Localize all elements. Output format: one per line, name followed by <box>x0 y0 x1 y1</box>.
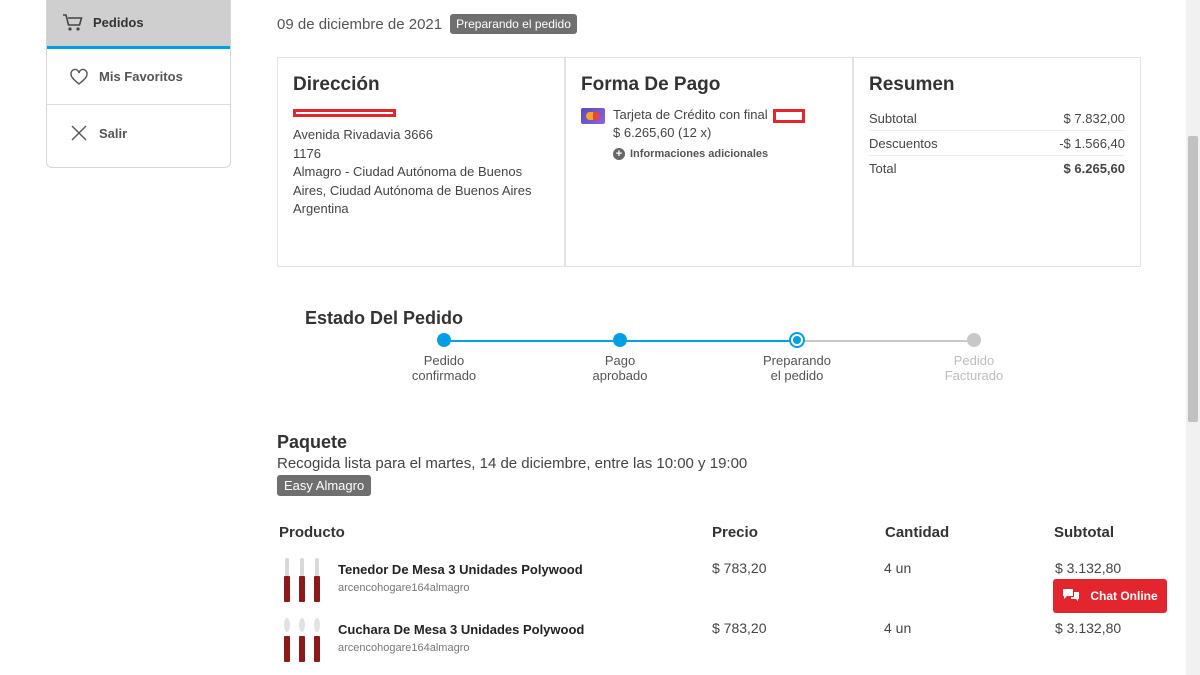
product-image-forks[interactable] <box>284 558 320 602</box>
close-icon <box>67 123 91 143</box>
store-badge: Easy Almagro <box>277 475 372 496</box>
step-label: Pedido confirmado <box>411 353 477 383</box>
credit-card-icon <box>581 108 605 124</box>
tracker-step-confirmed: Pedido confirmado <box>384 333 504 383</box>
product-qty: 4 un <box>884 560 912 576</box>
column-header-qty: Cantidad <box>885 524 950 541</box>
tracker-title: Estado Del Pedido <box>305 308 464 328</box>
summary-value: -$ 1.566,40 <box>1059 135 1125 151</box>
address-street: Avenida Rivadavia 3666 <box>293 127 433 142</box>
summary-row-discounts: Descuentos -$ 1.566,40 <box>869 131 1125 156</box>
product-price: $ 783,20 <box>712 560 767 576</box>
column-header-subtotal: Subtotal <box>1054 524 1114 541</box>
product-sku: arcencohogare164almagro <box>338 642 470 654</box>
more-info-link[interactable]: + Informaciones adicionales <box>613 148 837 160</box>
column-header-price: Precio <box>712 524 758 541</box>
heart-icon <box>67 67 91 87</box>
sidebar-item-label: Salir <box>99 125 128 141</box>
address-city: Almagro - Ciudad Autónoma de Buenos Aire… <box>293 164 532 198</box>
tracker-step-approved: Pago aprobado <box>560 333 680 383</box>
product-sku: arcencohogare164almagro <box>338 582 470 594</box>
sidebar-item-pedidos[interactable]: Pedidos <box>47 0 230 49</box>
payment-method: Tarjeta de Crédito con final <box>613 107 768 122</box>
summary-label: Subtotal <box>869 110 917 126</box>
summary-value: $ 7.832,00 <box>1063 110 1125 126</box>
order-date: 09 de diciembre de 2021 <box>277 15 443 33</box>
chat-online-button[interactable]: Chat Online <box>1053 579 1167 613</box>
payment-title: Forma De Pago <box>581 74 721 95</box>
product-qty: 4 un <box>884 620 912 636</box>
product-subtotal: $ 3.132,80 <box>1055 620 1122 636</box>
product-price: $ 783,20 <box>712 620 767 636</box>
product-name[interactable]: Cuchara De Mesa 3 Unidades Polywood <box>338 622 584 637</box>
chat-bubbles-icon <box>1062 588 1080 605</box>
address-zip: 1176 <box>293 145 321 161</box>
address-title: Dirección <box>293 74 380 95</box>
status-badge: Preparando el pedido <box>450 14 577 34</box>
tracker-step-invoiced: Pedido Facturado <box>914 333 1034 383</box>
scrollbar-thumb[interactable] <box>1188 136 1198 422</box>
sidebar-item-salir[interactable]: Salir <box>47 105 230 161</box>
summary-row-subtotal: Subtotal $ 7.832,00 <box>869 106 1125 131</box>
summary-value: $ 6.265,60 <box>1063 161 1125 176</box>
summary-card: Resumen Subtotal $ 7.832,00 Descuentos -… <box>853 57 1141 267</box>
chat-label: Chat Online <box>1090 589 1158 603</box>
product-image-spoons[interactable] <box>284 618 320 662</box>
summary-title: Resumen <box>869 74 955 95</box>
product-subtotal: $ 3.132,80 <box>1055 560 1122 576</box>
product-name[interactable]: Tenedor De Mesa 3 Unidades Polywood <box>338 562 583 577</box>
sidebar-item-label: Pedidos <box>93 15 144 30</box>
account-sidebar: Pedidos Mis Favoritos Salir <box>46 0 231 168</box>
table-row: Cuchara De Mesa 3 Unidades Polywood arce… <box>278 616 1158 675</box>
summary-row-total: Total $ 6.265,60 <box>869 156 1125 181</box>
plus-circle-icon: + <box>613 148 625 160</box>
payment-card: Forma De Pago Tarjeta de Crédito con fin… <box>565 57 853 267</box>
page-scrollbar[interactable] <box>1186 0 1200 675</box>
step-label: Preparando el pedido <box>763 353 831 383</box>
payment-method-row: Tarjeta de Crédito con final $ 6.265,60 … <box>581 106 837 142</box>
sidebar-item-label: Mis Favoritos <box>99 69 183 84</box>
more-info-label: Informaciones adicionales <box>630 148 769 160</box>
summary-label: Descuentos <box>869 135 938 151</box>
order-header: 09 de diciembre de 2021 Preparando el pe… <box>277 14 577 34</box>
summary-label: Total <box>869 161 897 176</box>
cart-icon <box>61 13 85 33</box>
address-country: Argentina <box>293 201 349 216</box>
redacted-card-digits <box>773 108 806 123</box>
package-pickup: Recogida lista para el martes, 14 de dic… <box>277 455 748 472</box>
step-label: Pago aprobado <box>592 353 648 383</box>
sidebar-item-favoritos[interactable]: Mis Favoritos <box>47 49 230 105</box>
tracker-step-preparing: Preparando el pedido <box>737 332 857 383</box>
step-label: Pedido Facturado <box>944 353 1004 383</box>
step-dot <box>613 333 627 347</box>
step-dot-current <box>789 332 805 348</box>
column-header-product: Producto <box>279 524 345 541</box>
package-title: Paquete <box>277 432 348 452</box>
tracker-line <box>444 340 974 342</box>
address-card: Dirección Avenida Rivadavia 3666 1176 Al… <box>277 57 565 267</box>
step-dot <box>437 333 451 347</box>
table-row: Tenedor De Mesa 3 Unidades Polywood arce… <box>278 556 1158 616</box>
redacted-name <box>293 104 549 122</box>
payment-amount: $ 6.265,60 (12 x) <box>613 125 712 140</box>
step-dot-pending <box>967 333 981 347</box>
